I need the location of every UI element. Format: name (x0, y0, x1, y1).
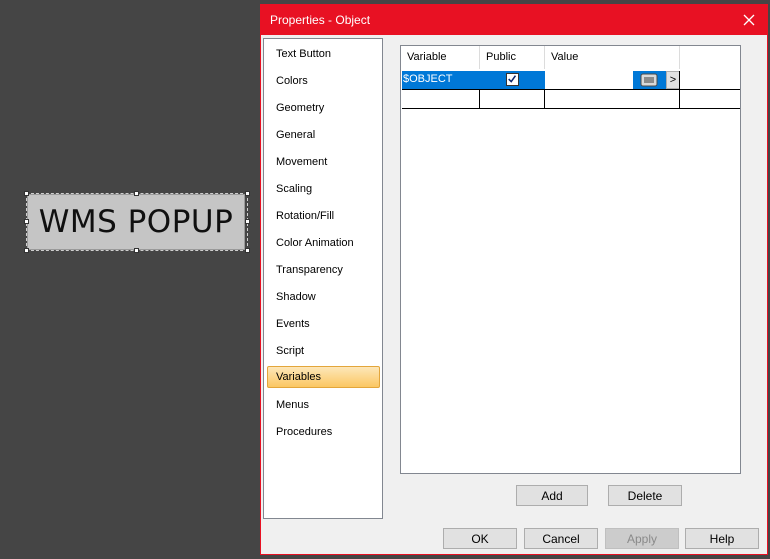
property-category-list: Text Button Colors Geometry General Move… (263, 38, 383, 519)
nav-item-procedures[interactable]: Procedures (267, 421, 380, 443)
column-header-variable[interactable]: Variable (401, 46, 480, 69)
resize-handle-mr[interactable] (245, 219, 250, 224)
cell-value[interactable]: > (545, 71, 680, 89)
nav-item-script[interactable]: Script (267, 340, 380, 362)
ok-button[interactable]: OK (443, 528, 517, 549)
grid-line (479, 89, 480, 109)
nav-item-general[interactable]: General (267, 124, 380, 146)
resize-handle-tm[interactable] (134, 191, 139, 196)
chevron-right-icon: > (669, 74, 677, 86)
variable-name: $OBJECT (403, 73, 453, 85)
nav-item-events[interactable]: Events (267, 313, 380, 335)
cell-variable[interactable]: $OBJECT (402, 71, 480, 89)
column-header-public[interactable]: Public (480, 46, 545, 69)
nav-item-color-animation[interactable]: Color Animation (267, 232, 380, 254)
grid-line (679, 71, 680, 109)
nav-item-text-button[interactable]: Text Button (267, 43, 380, 65)
close-icon (743, 14, 755, 26)
cell-public[interactable] (480, 71, 545, 89)
dialog-titlebar[interactable]: Properties - Object (261, 5, 767, 35)
nav-item-colors[interactable]: Colors (267, 70, 380, 92)
resize-handle-bm[interactable] (134, 248, 139, 253)
cancel-button[interactable]: Cancel (524, 528, 598, 549)
nav-item-shadow[interactable]: Shadow (267, 286, 380, 308)
nav-item-variables[interactable]: Variables (267, 366, 380, 388)
wms-popup-button[interactable]: WMS POPUP (27, 194, 245, 250)
help-button[interactable]: Help (685, 528, 759, 549)
close-button[interactable] (731, 5, 767, 35)
resize-handle-ml[interactable] (24, 219, 29, 224)
apply-button[interactable]: Apply (605, 528, 679, 549)
grid-line (544, 89, 545, 109)
dialog-title: Properties - Object (270, 13, 371, 27)
dialog-button-bar: OK Cancel Apply Help (261, 522, 767, 554)
resize-handle-bl[interactable] (24, 248, 29, 253)
canvas-text-button[interactable]: WMS POPUP (24, 191, 250, 253)
properties-dialog: Properties - Object Text Button Colors G… (260, 4, 768, 555)
resize-handle-br[interactable] (245, 248, 250, 253)
grid-line (402, 89, 740, 90)
checkmark-icon (508, 75, 517, 83)
delete-button[interactable]: Delete (608, 485, 682, 506)
column-header-value[interactable]: Value (545, 46, 680, 69)
value-editor-icon-button[interactable] (633, 71, 666, 89)
nav-item-transparency[interactable]: Transparency (267, 259, 380, 281)
nav-item-movement[interactable]: Movement (267, 151, 380, 173)
resize-handle-tr[interactable] (245, 191, 250, 196)
nav-item-scaling[interactable]: Scaling (267, 178, 380, 200)
nav-item-rotation-fill[interactable]: Rotation/Fill (267, 205, 380, 227)
nav-item-geometry[interactable]: Geometry (267, 97, 380, 119)
nav-item-menus[interactable]: Menus (267, 394, 380, 416)
expand-button[interactable]: > (666, 71, 680, 89)
add-button[interactable]: Add (516, 485, 588, 506)
variables-grid: Variable Public Value $OBJECT > (400, 45, 741, 474)
public-checkbox[interactable] (506, 73, 519, 86)
variable-editor-icon (640, 73, 658, 87)
resize-handle-tl[interactable] (24, 191, 29, 196)
grid-line (402, 108, 740, 109)
